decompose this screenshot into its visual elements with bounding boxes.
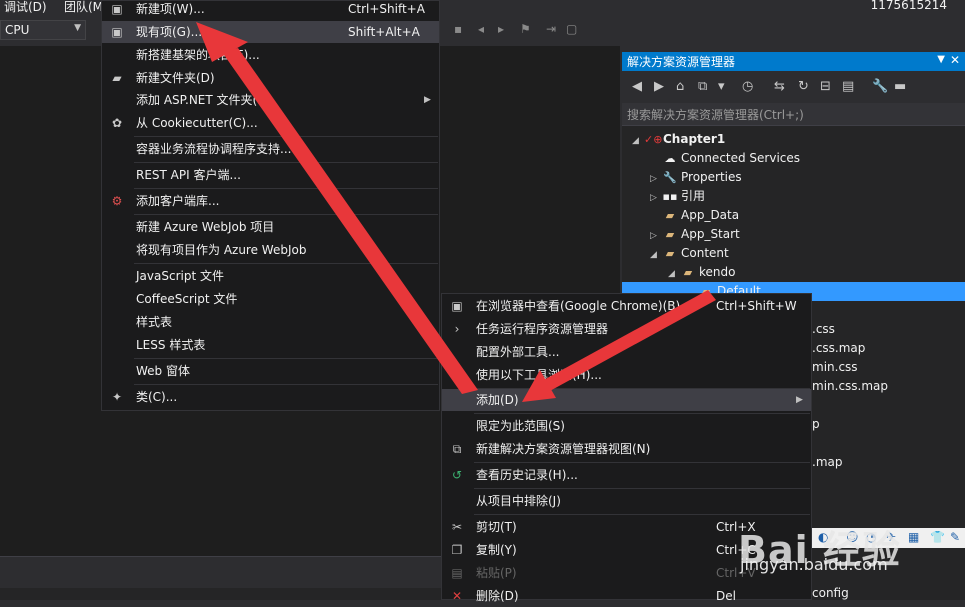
arrow-shaft xyxy=(222,48,478,394)
watermark-url: jingyan.baidu.com xyxy=(740,555,888,574)
arrow-shaft xyxy=(540,290,716,392)
arrow-to-add-item xyxy=(522,290,716,402)
annotation-arrows xyxy=(196,22,716,402)
baidu-watermark: Bai 经验 jingyan.baidu.com xyxy=(730,515,960,597)
arrow-to-existing-item xyxy=(196,22,478,394)
